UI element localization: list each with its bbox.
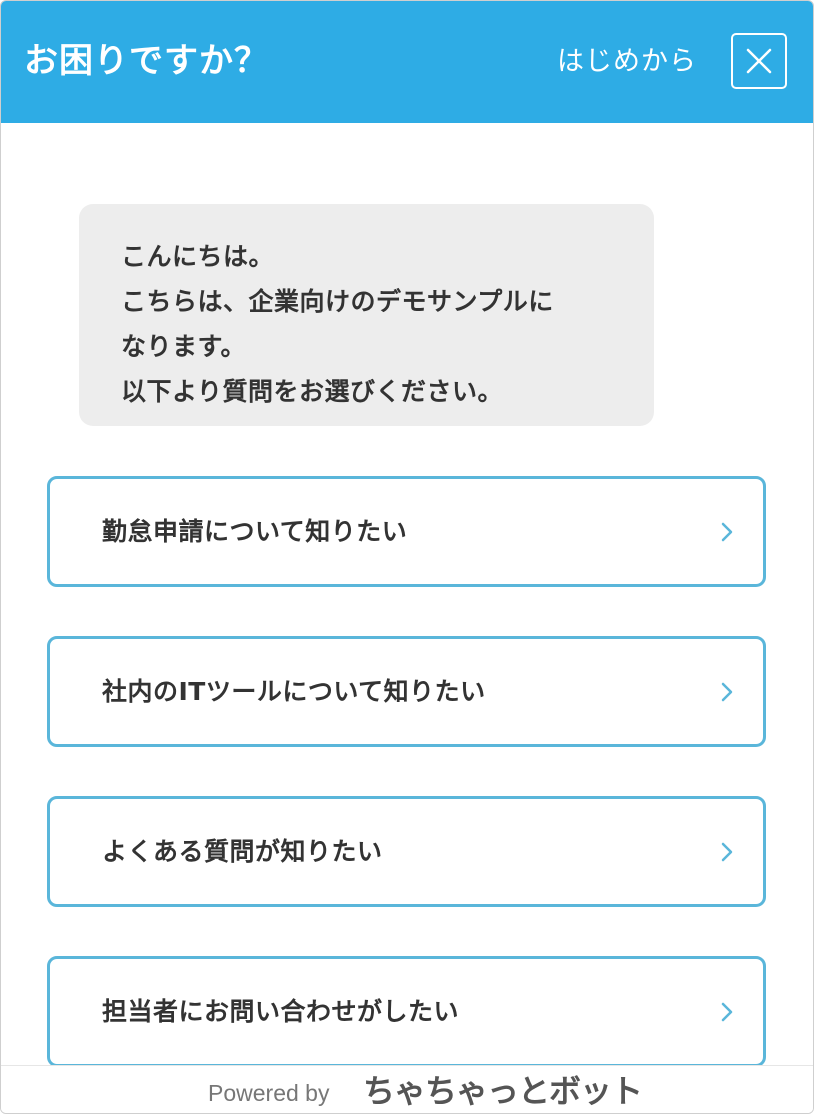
option-label: 勤怠申請について知りたい — [102, 517, 408, 546]
chevron-right-icon — [721, 682, 733, 702]
brand-logo[interactable]: ちゃちゃっとボット — [363, 1071, 643, 1111]
chevron-right-icon — [721, 1002, 733, 1022]
option-label: 社内のITツールについて知りたい — [102, 677, 486, 706]
option-it-tools[interactable]: 社内のITツールについて知りたい — [47, 636, 766, 747]
chat-content: こんにちは。 こちらは、企業向けのデモサンプルに なります。 以下より質問をお選… — [1, 123, 813, 1067]
restart-button[interactable]: はじめから — [557, 44, 697, 80]
option-contact-staff[interactable]: 担当者にお問い合わせがしたい — [47, 956, 766, 1067]
header-title: お困りですか？ — [24, 41, 269, 81]
chevron-right-icon — [721, 842, 733, 862]
option-label: 担当者にお問い合わせがしたい — [102, 997, 460, 1026]
chat-footer: Powered by ちゃちゃっとボット — [1, 1065, 813, 1113]
bot-message-bubble: こんにちは。 こちらは、企業向けのデモサンプルに なります。 以下より質問をお選… — [79, 204, 654, 426]
chat-widget: お困りですか？ はじめから こんにちは。 こちらは、企業向けのデモサンプルに な… — [0, 0, 814, 1114]
option-faq[interactable]: よくある質問が知りたい — [47, 796, 766, 907]
option-attendance-request[interactable]: 勤怠申請について知りたい — [47, 476, 766, 587]
close-icon — [746, 48, 772, 74]
chevron-right-icon — [721, 522, 733, 542]
powered-by-label: Powered by — [208, 1080, 330, 1106]
message-line: こちらは、企業向けのデモサンプルに — [121, 287, 554, 316]
chat-header: お困りですか？ はじめから — [1, 1, 813, 123]
option-label: よくある質問が知りたい — [102, 837, 383, 866]
message-line: なります。 — [121, 332, 247, 361]
close-button[interactable] — [731, 33, 787, 89]
message-line: こんにちは。 — [121, 242, 275, 271]
message-line: 以下より質問をお選びください。 — [121, 377, 504, 406]
